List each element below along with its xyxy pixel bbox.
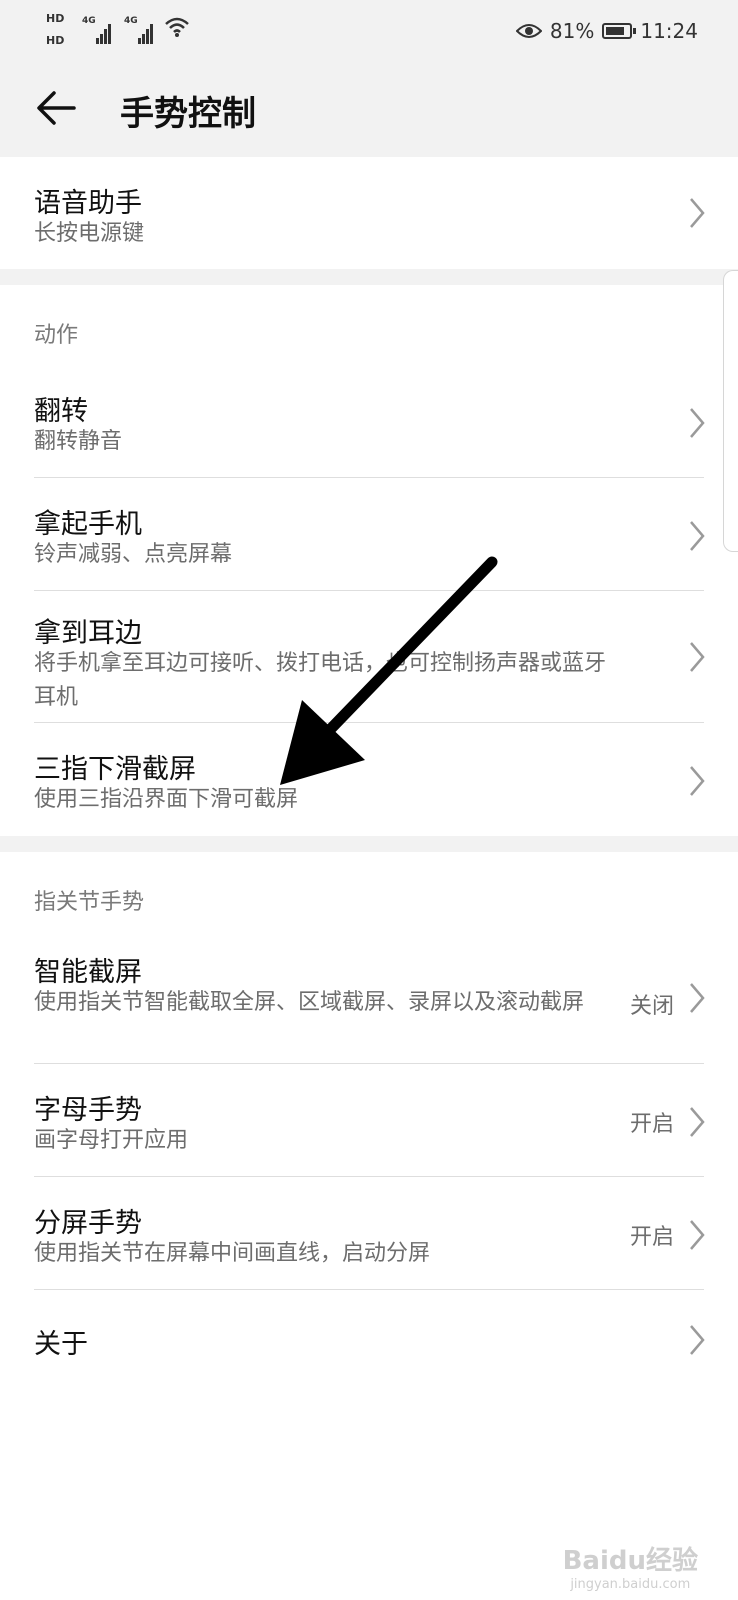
watermark-url: jingyan.baidu.com	[570, 1577, 691, 1592]
smart-screenshot-row[interactable]: 智能截屏 使用指关节智能截取全屏、区域截屏、录屏以及滚动截屏 关闭	[0, 932, 738, 1064]
row-subtitle: 长按电源键	[34, 221, 145, 246]
baidu-watermark: Baidu经验 jingyan.baidu.com	[563, 1540, 698, 1592]
chevron-right-icon	[690, 642, 705, 672]
raise-to-ear-row[interactable]: 拿到耳边 将手机拿至耳边可接听、拨打电话，也可控制扬声器或蓝牙耳机	[0, 591, 738, 723]
scrollbar[interactable]	[723, 270, 738, 552]
battery-percent: 81%	[549, 19, 595, 43]
status-left: HD HD 4G 4G	[46, 10, 196, 54]
voice-assistant-row[interactable]: 语音助手 长按电源键	[0, 157, 738, 269]
actions-section: 动作 翻转 翻转静音 拿起手机 铃声减弱、点亮屏幕 拿到耳边 将手机拿至耳边可接…	[0, 285, 738, 836]
chevron-right-icon	[690, 1220, 705, 1250]
row-subtitle: 使用指关节在屏幕中间画直线，启动分屏	[34, 1241, 431, 1266]
battery-icon	[602, 23, 637, 39]
network-type-2: 4G	[124, 16, 138, 26]
row-subtitle: 铃声减弱、点亮屏幕	[34, 542, 233, 567]
knuckle-gestures-section: 指关节手势 智能截屏 使用指关节智能截取全屏、区域截屏、录屏以及滚动截屏 关闭 …	[0, 852, 738, 1600]
row-subtitle: 使用三指沿界面下滑可截屏	[34, 787, 299, 812]
chevron-right-icon	[690, 408, 705, 438]
hd-badge-1: HD	[46, 12, 65, 25]
network-type-1: 4G	[82, 16, 96, 26]
section-header-knuckle: 指关节手势	[34, 890, 145, 915]
split-screen-gesture-row[interactable]: 分屏手势 使用指关节在屏幕中间画直线，启动分屏 开启	[0, 1177, 738, 1290]
back-arrow-icon[interactable]	[34, 86, 78, 130]
title-bar: 手势控制	[0, 60, 738, 157]
chevron-right-icon	[690, 1325, 705, 1355]
chevron-right-icon	[690, 198, 705, 228]
row-subtitle: 使用指关节智能截取全屏、区域截屏、录屏以及滚动截屏	[34, 990, 585, 1015]
row-title: 拿起手机	[34, 509, 142, 540]
section-header-actions: 动作	[34, 323, 79, 348]
hd-badge-2: HD	[46, 34, 65, 47]
status-value: 开启	[629, 1225, 674, 1250]
chevron-right-icon	[690, 521, 705, 551]
row-subtitle: 将手机拿至耳边可接听、拨打电话，也可控制扬声器或蓝牙耳机	[34, 651, 607, 710]
row-title: 翻转	[34, 396, 88, 427]
section-divider	[0, 836, 738, 852]
row-title: 拿到耳边	[34, 618, 142, 649]
status-right: 81% 11:24	[515, 14, 698, 48]
letter-gesture-row[interactable]: 字母手势 画字母打开应用 开启	[0, 1064, 738, 1177]
chevron-right-icon	[690, 766, 705, 796]
three-finger-screenshot-row[interactable]: 三指下滑截屏 使用三指沿界面下滑可截屏	[0, 723, 738, 836]
status-bar: HD HD 4G 4G 81% 11:24	[0, 0, 738, 60]
eye-icon	[515, 24, 542, 38]
row-subtitle: 翻转静音	[34, 429, 123, 454]
page-title: 手势控制	[120, 94, 256, 134]
signal-icon: 4G	[124, 16, 154, 44]
chevron-right-icon	[690, 1107, 705, 1137]
status-value: 开启	[629, 1112, 674, 1137]
clock: 11:24	[640, 19, 698, 43]
status-value: 关闭	[629, 994, 674, 1019]
row-title: 分屏手势	[34, 1208, 142, 1239]
wifi-icon	[165, 17, 189, 37]
about-row[interactable]: 关于	[0, 1290, 738, 1390]
row-subtitle: 画字母打开应用	[34, 1128, 189, 1153]
pick-up-row[interactable]: 拿起手机 铃声减弱、点亮屏幕	[0, 478, 738, 591]
flip-row[interactable]: 翻转 翻转静音	[0, 365, 738, 478]
chevron-right-icon	[690, 983, 705, 1013]
row-title: 智能截屏	[34, 957, 142, 988]
voice-assistant-section: 语音助手 长按电源键	[0, 157, 738, 269]
watermark-brand: Baidu经验	[562, 1546, 698, 1576]
row-title: 语音助手	[34, 188, 142, 219]
row-title: 字母手势	[34, 1095, 142, 1126]
signal-icon: 4G	[82, 16, 112, 44]
row-title: 三指下滑截屏	[34, 754, 196, 785]
row-title: 关于	[34, 1329, 88, 1360]
section-divider	[0, 269, 738, 285]
